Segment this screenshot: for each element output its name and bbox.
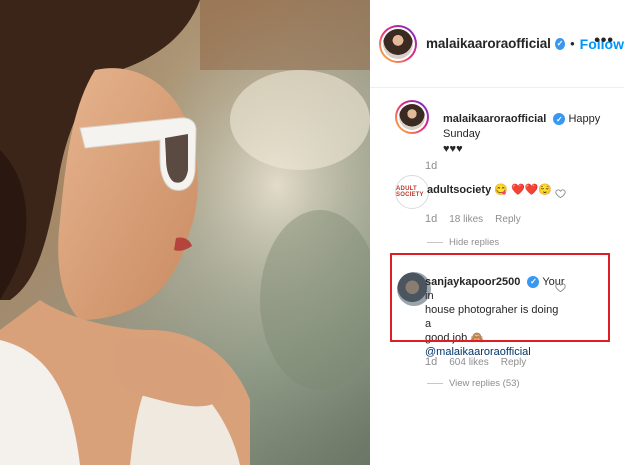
comment-time[interactable]: 1d (425, 213, 437, 225)
post-photo[interactable] (0, 0, 370, 465)
post-header: malaikaaroraofficial ✓ • Follow ••• (370, 0, 624, 88)
comment-body: 😋 ❤️❤️😌 (494, 184, 553, 196)
verified-badge-icon: ✓ (554, 37, 566, 50)
portrait-photo (0, 0, 370, 465)
view-replies-label: View replies (53) (449, 378, 520, 389)
caption-text: malaikaaroraofficial ✓ Happy Sunday ♥♥♥ (443, 112, 613, 157)
comment-item: ADULT SOCIETY adultsociety 😋 ❤️❤️😌 1d 18… (370, 175, 624, 250)
header-username[interactable]: malaikaaroraofficial (426, 36, 551, 51)
post-side-panel: malaikaaroraofficial ✓ • Follow ••• mala… (370, 0, 624, 465)
comment-meta: 1d 18 likes Reply (425, 213, 521, 225)
comment-likes[interactable]: 18 likes (449, 214, 483, 225)
comment-time[interactable]: 1d (425, 356, 437, 368)
hide-replies-label: Hide replies (449, 237, 500, 248)
caption-username[interactable]: malaikaaroraofficial (443, 113, 546, 125)
caption-avatar-ring[interactable] (395, 100, 429, 134)
avatar (399, 104, 425, 130)
reply-button[interactable]: Reply (501, 357, 527, 368)
highlight-box (390, 253, 610, 342)
replies-divider (427, 383, 443, 384)
header-separator: • (570, 36, 575, 51)
reply-button[interactable]: Reply (495, 214, 521, 225)
caption: malaikaaroraofficial ✓ Happy Sunday ♥♥♥ … (370, 100, 624, 172)
adultsociety-logo-text: ADULT SOCIETY (396, 186, 424, 198)
avatar (383, 28, 413, 59)
comment-username[interactable]: adultsociety (427, 184, 491, 196)
view-replies-toggle[interactable]: View replies (53) (427, 378, 520, 389)
caption-time[interactable]: 1d (425, 160, 437, 172)
more-options-icon[interactable]: ••• (594, 32, 614, 50)
comment-meta: 1d 604 likes Reply (425, 356, 526, 368)
adultsociety-avatar[interactable]: ADULT SOCIETY (395, 175, 429, 209)
hide-replies-toggle[interactable]: Hide replies (427, 237, 499, 248)
caption-meta: 1d (425, 160, 437, 172)
replies-divider (427, 242, 443, 243)
verified-badge-icon: ✓ (553, 113, 566, 126)
comment-likes[interactable]: 604 likes (449, 357, 488, 368)
header-avatar-ring[interactable] (379, 24, 417, 63)
caption-hearts: ♥♥♥ (443, 143, 463, 155)
like-heart-icon[interactable] (555, 188, 566, 199)
